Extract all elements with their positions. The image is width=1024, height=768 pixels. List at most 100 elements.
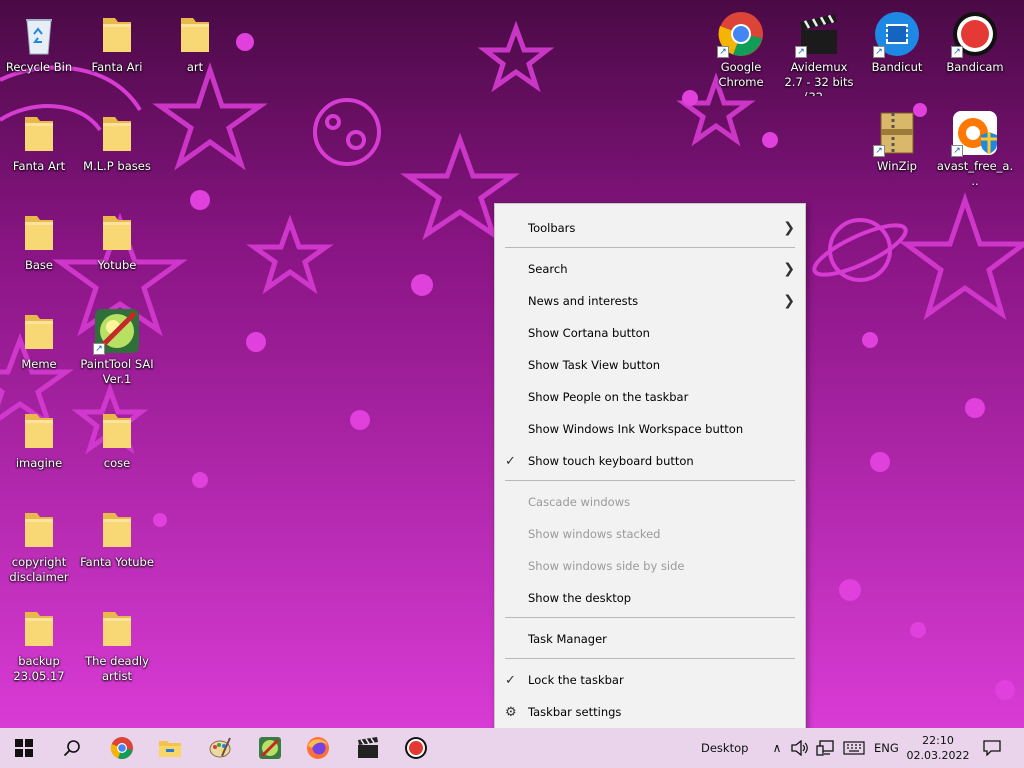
menu-item-label: Show windows side by side [528, 559, 685, 573]
desktop-icon-fanta-art[interactable]: Fanta Art [0, 105, 78, 195]
menu-separator [505, 658, 795, 659]
shortcut-arrow-icon: ↗ [93, 343, 105, 355]
folder-icon [171, 10, 219, 58]
bandicam-icon [405, 737, 427, 759]
menu-item-show-touch-keyboard[interactable]: ✓ Show touch keyboard button [495, 445, 805, 477]
notifications-button[interactable] [978, 728, 1006, 768]
menu-item-show-task-view-button[interactable]: Show Task View button [495, 349, 805, 381]
folder-icon [93, 604, 141, 652]
desktop-icon-painttool-sai-ver-1[interactable]: ↗ PaintTool SAI Ver.1 [78, 303, 156, 393]
taskbar-firefox[interactable] [294, 728, 342, 768]
taskbar-file-explorer[interactable] [146, 728, 194, 768]
firefox-icon [307, 737, 329, 759]
desktop-icon-label: Recycle Bin [5, 60, 73, 74]
desktop-shortcut-bandicut[interactable]: ↗ Bandicut [858, 6, 936, 96]
taskbar[interactable]: Desktop ∧ ENG 22:10 02.03.2022 [0, 728, 1024, 768]
taskbar-context-menu: Toolbars ❯ Search ❯ News and interests ❯… [494, 203, 806, 728]
folder-icon [93, 406, 141, 454]
menu-item-label: Show windows stacked [528, 527, 661, 541]
show-hidden-icons-button[interactable]: ∧ [766, 728, 788, 768]
bandicut-icon: ↗ [873, 10, 921, 58]
desktop-icon-copyright-disclaimer[interactable]: copyright disclaimer [0, 501, 78, 591]
avidemux-icon [358, 737, 378, 758]
desktop-icon-backup-23-05-17[interactable]: backup 23.05.17 [0, 600, 78, 690]
taskbar-chrome[interactable] [98, 728, 146, 768]
menu-item-show-windows-ink[interactable]: Show Windows Ink Workspace button [495, 413, 805, 445]
network-button[interactable] [813, 728, 837, 768]
menu-item-label: News and interests [528, 294, 639, 308]
search-button[interactable] [48, 728, 96, 768]
language-indicator[interactable]: ENG [874, 728, 899, 768]
notification-icon [983, 740, 1001, 756]
desktop-icon-recycle-bin[interactable]: Recycle Bin [0, 6, 78, 96]
speaker-icon [791, 740, 808, 756]
taskbar-avidemux[interactable] [344, 728, 392, 768]
keyboard-icon [843, 741, 865, 755]
menu-separator [505, 617, 795, 618]
chrome-icon [110, 737, 133, 759]
folder-icon [93, 505, 141, 553]
desktop-icon-label: Fanta Yotube [80, 555, 154, 569]
menu-separator [505, 480, 795, 481]
menu-item-show-windows-side-by-side: Show windows side by side [495, 550, 805, 582]
menu-item-show-the-desktop[interactable]: Show the desktop [495, 582, 805, 614]
checkmark-icon: ✓ [505, 672, 516, 688]
desktop-icon-fanta-yotube[interactable]: Fanta Yotube [78, 501, 156, 591]
menu-item-toolbars[interactable]: Toolbars ❯ [495, 212, 805, 244]
desktop-shortcut-avidemux-2-7-32-bits-32[interactable]: ↗ Avidemux 2.7 - 32 bits (32... [780, 6, 858, 96]
taskbar-paint-palette[interactable] [196, 728, 244, 768]
clock-date: 02.03.2022 [906, 749, 970, 762]
taskbar-bandicam[interactable] [392, 728, 440, 768]
menu-item-news-and-interests[interactable]: News and interests ❯ [495, 285, 805, 317]
desktop-icon-imagine[interactable]: imagine [0, 402, 78, 492]
chrome-icon: ↗ [717, 10, 765, 58]
start-button[interactable] [0, 728, 48, 768]
menu-item-label: Search [528, 262, 568, 276]
menu-item-label: Show Task View button [528, 358, 661, 372]
volume-button[interactable] [788, 728, 812, 768]
menu-item-taskbar-settings[interactable]: ⚙ Taskbar settings [495, 696, 805, 728]
desktop-icon-art[interactable]: art [156, 6, 234, 96]
desktop-icon-base[interactable]: Base [0, 204, 78, 294]
menu-item-search[interactable]: Search ❯ [495, 253, 805, 285]
menu-item-label: Cascade windows [528, 495, 631, 509]
menu-item-label: Lock the taskbar [528, 673, 624, 687]
menu-item-label: Task Manager [528, 632, 607, 646]
painttool-sai-icon [259, 737, 281, 759]
desktop-icon-m-l-p-bases[interactable]: M.L.P bases [78, 105, 156, 195]
painttool-sai-icon: ↗ [93, 307, 141, 355]
desktop-icon-label: Fanta Art [12, 159, 66, 173]
desktop-icon-cose[interactable]: cose [78, 402, 156, 492]
taskbar-painttool-sai[interactable] [246, 728, 294, 768]
desktop-shortcut-winzip[interactable]: ↗ WinZip [858, 105, 936, 195]
desktop-shortcut-avast-free-a[interactable]: ↗ avast_free_a... [936, 105, 1014, 195]
folder-icon [93, 109, 141, 157]
menu-item-show-cortana-button[interactable]: Show Cortana button [495, 317, 805, 349]
avidemux-icon: ↗ [795, 10, 843, 58]
network-icon [816, 740, 834, 756]
paint-palette-icon [209, 737, 231, 758]
shortcut-arrow-icon: ↗ [951, 46, 963, 58]
menu-item-label: Toolbars [528, 221, 576, 235]
desktop[interactable]: Recycle Bin Fanta Ari art Fanta Art M.L.P ba… [0, 0, 1024, 728]
desktop-toolbar-label[interactable]: Desktop [701, 728, 748, 768]
folder-icon [93, 208, 141, 256]
desktop-icon-the-deadly-artist[interactable]: The deadly artist [78, 600, 156, 690]
folder-icon [15, 307, 63, 355]
desktop-icon-label: art [186, 60, 204, 74]
desktop-icon-meme[interactable]: Meme [0, 303, 78, 393]
desktop-shortcut-bandicam[interactable]: ↗ Bandicam [936, 6, 1014, 96]
touch-keyboard-button[interactable] [840, 728, 868, 768]
desktop-shortcut-google-chrome[interactable]: ↗ Google Chrome [702, 6, 780, 96]
clock[interactable]: 22:10 02.03.2022 [904, 731, 972, 765]
menu-item-task-manager[interactable]: Task Manager [495, 623, 805, 655]
desktop-icon-fanta-ari[interactable]: Fanta Ari [78, 6, 156, 96]
folder-icon [15, 208, 63, 256]
desktop-icon-label: copyright disclaimer [9, 555, 69, 584]
desktop-icon-yotube[interactable]: Yotube [78, 204, 156, 294]
bandicam-icon: ↗ [951, 10, 999, 58]
menu-item-lock-the-taskbar[interactable]: ✓ Lock the taskbar [495, 664, 805, 696]
file-explorer-icon [159, 741, 181, 757]
menu-item-show-windows-stacked: Show windows stacked [495, 518, 805, 550]
menu-item-show-people[interactable]: Show People on the taskbar [495, 381, 805, 413]
